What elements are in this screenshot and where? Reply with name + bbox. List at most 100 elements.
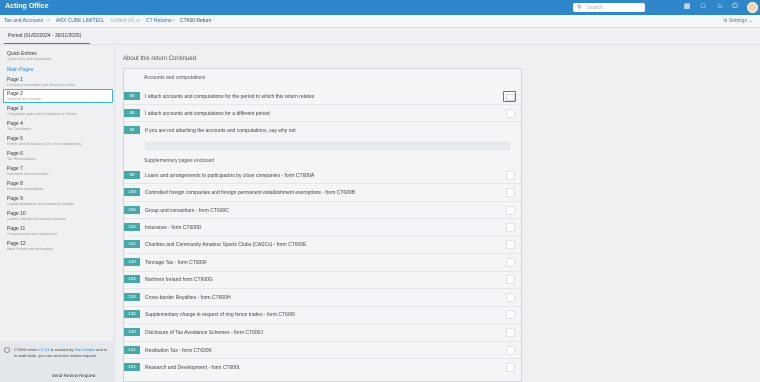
checkbox-125[interactable]: [506, 275, 515, 284]
checkbox-100[interactable]: [506, 188, 515, 197]
settings-label: Settings: [728, 18, 747, 24]
divider: [124, 358, 521, 359]
sidebar-item-sub: Bank Details and declaration: [7, 247, 53, 251]
sidebar-item-page-8[interactable]: Page 8 Enhanced expenditure: [7, 181, 113, 192]
sidebar-item-sub: Tax Reconciliation: [7, 157, 36, 161]
sidebar-item-page-5[interactable]: Page 5 Reliefs and deductions (Ctr) of t…: [7, 136, 113, 147]
sidebar-item-page-10[interactable]: Page 10 Losses, deficits and excess amou…: [7, 211, 113, 222]
divider: [124, 271, 521, 272]
info-icon: [4, 347, 10, 353]
checkbox-115[interactable]: [506, 240, 515, 249]
bell-icon[interactable]: ♨: [716, 3, 724, 11]
row-label: I attach accounts and computations for t…: [145, 94, 315, 100]
checkbox-135[interactable]: [506, 310, 515, 319]
box-number: 115: [124, 240, 140, 248]
box-number: 105: [124, 206, 140, 214]
checkbox-105[interactable]: [506, 206, 515, 215]
box-number: 120: [124, 258, 140, 266]
breadcrumb-unfiled[interactable]: Unfiled (4) ∧: [111, 18, 139, 24]
breadcrumb: Tax and Accounts > ARX CUBE LIMITED ⌄ Un…: [0, 15, 760, 28]
reason-not-attached-input[interactable]: [145, 142, 510, 150]
sidebar-item-sub: Reliefs and deductions (Ctr) of tax outs…: [7, 142, 81, 146]
divider: [124, 306, 521, 307]
power-icon[interactable]: ⏻: [731, 3, 739, 11]
row-label: Restitution Tax - form CT600K: [145, 348, 212, 354]
document-icon[interactable]: □: [699, 3, 707, 11]
checkbox-142[interactable]: [506, 363, 515, 372]
divider: [124, 288, 521, 289]
breadcrumb-ct-returns[interactable]: CT Returns: [146, 18, 171, 24]
sidebar-item-sub: Capital allowances and balancing charges: [7, 202, 75, 206]
sidebar-item-page-2[interactable]: Page 2 Turnover and Income: [7, 91, 113, 102]
send-review-request-button[interactable]: Send Review Request: [52, 373, 95, 378]
box-number: 95: [124, 171, 140, 179]
breadcrumb-client[interactable]: ARX CUBE LIMITED: [56, 18, 103, 24]
row-label: Tonnage Tax - form CT600F: [145, 260, 208, 266]
notice-text: CT600 return: [14, 347, 39, 352]
tab-period[interactable]: Period (01/02/2024 - 30/11/2025): [8, 33, 81, 39]
row-label: Charities and Community Amateur Sports C…: [145, 242, 307, 248]
top-bar: Acting Office ⚲ Search ▦ □ ♨ ⏻: [0, 0, 760, 15]
divider: [124, 121, 521, 122]
sidebar-item-sub: Quick entry and submission: [7, 57, 52, 61]
checkbox-140[interactable]: [506, 328, 515, 337]
divider: [124, 201, 521, 202]
box-number: 130: [124, 293, 140, 301]
checkbox-85[interactable]: [506, 109, 515, 118]
sidebar-item-page-7[interactable]: Page 7 Indicators and Information: [7, 166, 113, 177]
page-title: About this return Continued: [123, 56, 197, 62]
row-label: I attach accounts and computations for a…: [145, 111, 270, 117]
divider: [124, 236, 521, 237]
breadcrumb-ct600-return: CT600 Return: [180, 18, 212, 24]
sidebar-heading-main-pages: Main Pages: [7, 67, 34, 73]
grid-icon[interactable]: ▦: [683, 3, 691, 11]
sidebar: Quick Entries Quick entry and submission…: [0, 46, 115, 382]
sidebar-item-sub: Overpayments and repayments: [7, 232, 58, 236]
sidebar-item-page-11[interactable]: Page 11 Overpayments and repayments: [7, 226, 113, 237]
row-label: Cross-border Royalties - form CT600H: [145, 295, 231, 301]
sidebar-item-sub: Chargeable gains and Deductions & Relief…: [7, 112, 77, 116]
chevron-down-icon[interactable]: ⌄: [101, 18, 105, 24]
divider: [124, 104, 521, 105]
return-link[interactable]: CT-23: [39, 347, 50, 352]
sidebar-item-page-3[interactable]: Page 3 Chargeable gains and Deductions &…: [7, 106, 113, 117]
sidebar-item-page-12[interactable]: Page 12 Bank Details and declaration: [7, 241, 113, 252]
divider: [124, 323, 521, 324]
row-label: Disclosure of Tax Avoidance Schemes - fo…: [145, 330, 263, 336]
checkbox-80[interactable]: [503, 91, 516, 102]
row-label: Loans and arrangements to participators …: [145, 173, 315, 179]
row-label: If you are not attaching the accounts an…: [145, 128, 296, 134]
sidebar-item-page-9[interactable]: Page 9 Capital allowances and balancing …: [7, 196, 113, 207]
checkbox-95[interactable]: [506, 171, 515, 180]
gear-icon: ⚙: [723, 18, 728, 24]
sidebar-item-page-6[interactable]: Page 6 Tax Reconciliation: [7, 151, 113, 162]
sidebar-item-sub: Indicators and Information: [7, 172, 49, 176]
box-number: 125: [124, 275, 140, 283]
search-icon: ⚲: [577, 5, 582, 11]
user-link[interactable]: Paul Dalton: [75, 347, 96, 352]
row-label: Northern Ireland form CT600G: [145, 277, 213, 283]
search-input[interactable]: ⚲ Search: [573, 3, 645, 12]
box-number: 85: [124, 109, 140, 117]
sidebar-item-page-4[interactable]: Page 4 Tax Calculation: [7, 121, 113, 132]
divider: [124, 218, 521, 219]
checkbox-110[interactable]: [506, 223, 515, 232]
sidebar-item-sub: Company information and About this retur…: [7, 83, 76, 87]
sidebar-item-page-1[interactable]: Page 1 Company information and About thi…: [7, 77, 113, 88]
row-label: Controlled foreign companies and foreign…: [145, 190, 356, 196]
app-title[interactable]: Acting Office: [5, 3, 49, 10]
divider: [124, 253, 521, 254]
checkbox-120[interactable]: [506, 258, 515, 267]
checkbox-130[interactable]: [506, 293, 515, 302]
checkbox-141[interactable]: [506, 346, 515, 355]
review-notice-text: CT600 return CT-23 is created by Paul Da…: [14, 347, 109, 359]
row-label: Insurance - form CT600D: [145, 225, 202, 231]
avatar[interactable]: [747, 2, 758, 13]
sidebar-item-sub: Turnover and Income: [7, 97, 42, 101]
box-number: 140: [124, 328, 140, 336]
settings-menu[interactable]: ⚙ Settings ⌄: [723, 18, 753, 24]
breadcrumb-tax-and-accounts[interactable]: Tax and Accounts: [4, 18, 43, 24]
box-number: 80: [124, 92, 140, 100]
box-number: 135: [124, 310, 140, 318]
sidebar-item-quick-entries[interactable]: Quick Entries Quick entry and submission: [7, 51, 113, 62]
